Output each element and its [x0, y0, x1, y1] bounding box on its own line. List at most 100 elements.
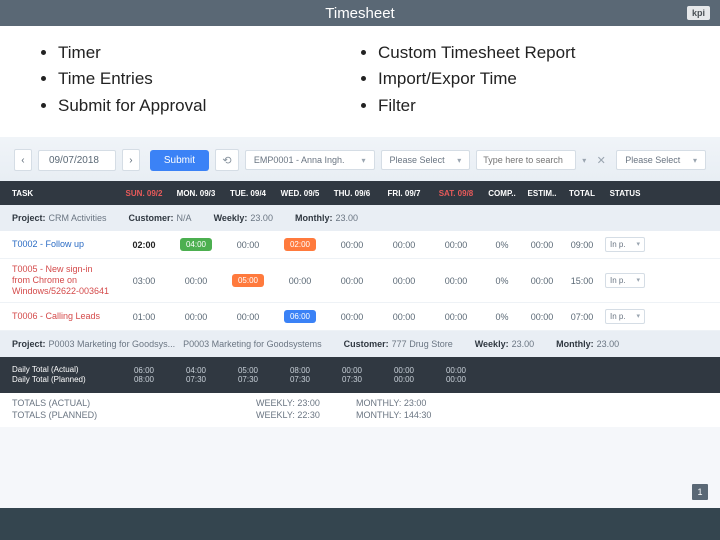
task-name-link[interactable]: T0002 - Follow up [0, 239, 118, 250]
daily-total-cell: 04:0007:30 [170, 366, 222, 384]
time-cell[interactable]: 00:00 [378, 312, 430, 322]
search-input[interactable] [476, 150, 576, 170]
header-day: SUN. 09/2 [118, 189, 170, 198]
time-cell[interactable]: 00:00 [222, 312, 274, 322]
stat-comp: 0% [482, 312, 522, 322]
chevron-down-icon: ▾ [457, 156, 461, 165]
stat-total: 09:00 [562, 240, 602, 250]
header-completed: COMP.. [482, 189, 522, 198]
feature-item: Custom Timesheet Report [378, 40, 680, 66]
feature-item: Submit for Approval [58, 93, 360, 119]
chevron-down-icon: ▾ [582, 156, 586, 165]
weekly-planned: WEEKLY: 22:30 [256, 410, 356, 422]
task-name-link[interactable]: T0006 - Calling Leads [0, 311, 118, 322]
stat-total: 15:00 [562, 276, 602, 286]
customer-name: 777 Drug Store [392, 339, 453, 349]
prev-date-button[interactable]: ‹ [14, 149, 32, 171]
stat-est: 00:00 [522, 312, 562, 322]
time-pill: 05:00 [232, 274, 264, 287]
header-total: TOTAL [562, 189, 602, 198]
time-cell[interactable]: 06:00 [274, 310, 326, 323]
toolbar: ‹ 09/07/2018 › Submit ⟲ EMP0001 - Anna I… [0, 137, 720, 181]
features-panel: Timer Time Entries Submit for Approval C… [0, 26, 720, 137]
daily-total-cell: 05:0007:30 [222, 366, 274, 384]
time-cell[interactable]: 05:00 [222, 274, 274, 287]
filter-select-2[interactable]: Please Select ▾ [616, 150, 706, 170]
time-cell[interactable]: 02:00 [118, 240, 170, 250]
status-cell: In p.▾ [602, 309, 648, 324]
header-estimated: ESTIM.. [522, 189, 562, 198]
time-cell[interactable]: 00:00 [326, 240, 378, 250]
time-cell[interactable]: 03:00 [118, 276, 170, 286]
time-cell[interactable]: 01:00 [118, 312, 170, 322]
status-cell: In p.▾ [602, 237, 648, 252]
time-cell[interactable]: 04:00 [170, 238, 222, 251]
daily-total-cell: 00:0000:00 [430, 366, 482, 384]
refresh-button[interactable]: ⟲ [215, 149, 239, 171]
monthly-total: 23.00 [597, 339, 620, 349]
weekly-total: 23.00 [250, 213, 273, 223]
clear-search-button[interactable]: ✕ [592, 149, 610, 171]
status-select[interactable]: In p.▾ [605, 273, 645, 288]
feature-item: Timer [58, 40, 360, 66]
status-select[interactable]: In p.▾ [605, 237, 645, 252]
filter-select-1[interactable]: Please Select ▾ [381, 150, 471, 170]
timesheet-grid: TASK SUN. 09/2 MON. 09/3 TUE. 09/4 WED. … [0, 181, 720, 427]
employee-select-value: EMP0001 - Anna Ingh. [254, 155, 345, 165]
logo-badge: kpi [687, 6, 710, 20]
time-cell[interactable]: 00:00 [326, 312, 378, 322]
time-pill: 06:00 [284, 310, 316, 323]
time-cell[interactable]: 00:00 [326, 276, 378, 286]
filter-select-1-value: Please Select [390, 155, 445, 165]
page-title: Timesheet [325, 5, 394, 22]
stat-comp: 0% [482, 240, 522, 250]
time-pill: 02:00 [284, 238, 316, 251]
task-row: T0005 - New sign-in from Chrome on Windo… [0, 259, 720, 303]
task-name-link[interactable]: T0005 - New sign-in from Chrome on Windo… [0, 264, 118, 296]
time-cell[interactable]: 00:00 [170, 312, 222, 322]
feature-item: Filter [378, 93, 680, 119]
time-cell[interactable]: 00:00 [222, 240, 274, 250]
header-day: SAT. 09/8 [430, 189, 482, 198]
feature-item: Import/Expor Time [378, 66, 680, 92]
stat-est: 00:00 [522, 240, 562, 250]
filter-select-2-value: Please Select [625, 155, 680, 165]
monthly-total: 23.00 [335, 213, 358, 223]
time-cell[interactable]: 00:00 [430, 240, 482, 250]
monthly-actual: MONTHLY: 23:00 [356, 398, 456, 410]
project-name-full: P0003 Marketing for Goodsystems [183, 339, 322, 349]
time-cell[interactable]: 00:00 [170, 276, 222, 286]
feature-col-left: Timer Time Entries Submit for Approval [40, 40, 360, 119]
grid-header: TASK SUN. 09/2 MON. 09/3 TUE. 09/4 WED. … [0, 181, 720, 205]
daily-total-cell: 00:0007:30 [326, 366, 378, 384]
employee-select[interactable]: EMP0001 - Anna Ingh. ▾ [245, 150, 375, 170]
daily-total-cell: 08:0007:30 [274, 366, 326, 384]
project-name: P0003 Marketing for Goodsys... [49, 339, 176, 349]
daily-totals-row: Daily Total (Actual) Daily Total (Planne… [0, 357, 720, 393]
time-cell[interactable]: 00:00 [378, 276, 430, 286]
date-display[interactable]: 09/07/2018 [38, 150, 116, 171]
feature-col-right: Custom Timesheet Report Import/Expor Tim… [360, 40, 680, 119]
status-cell: In p.▾ [602, 273, 648, 288]
time-cell[interactable]: 00:00 [274, 276, 326, 286]
time-cell[interactable]: 00:00 [430, 276, 482, 286]
header-day-today: FRI. 09/7 [378, 189, 430, 198]
totals-planned-label: TOTALS (PLANNED) [12, 410, 256, 422]
bottom-bar [0, 508, 720, 540]
project-row: Project:P0003 Marketing for Goodsys... P… [0, 331, 720, 357]
next-date-button[interactable]: › [122, 149, 140, 171]
submit-button[interactable]: Submit [150, 150, 209, 171]
feature-item: Time Entries [58, 66, 360, 92]
chevron-down-icon: ▾ [362, 156, 366, 165]
daily-totals-label: Daily Total (Actual) Daily Total (Planne… [0, 365, 118, 386]
time-cell[interactable]: 00:00 [378, 240, 430, 250]
stat-est: 00:00 [522, 276, 562, 286]
time-pill: 04:00 [180, 238, 212, 251]
time-cell[interactable]: 02:00 [274, 238, 326, 251]
project-row: Project:CRM Activities Customer:N/A Week… [0, 205, 720, 231]
status-select[interactable]: In p.▾ [605, 309, 645, 324]
totals-actual-label: TOTALS (ACTUAL) [12, 398, 256, 410]
customer-name: N/A [177, 213, 192, 223]
time-cell[interactable]: 00:00 [430, 312, 482, 322]
page-number: 1 [692, 484, 708, 500]
